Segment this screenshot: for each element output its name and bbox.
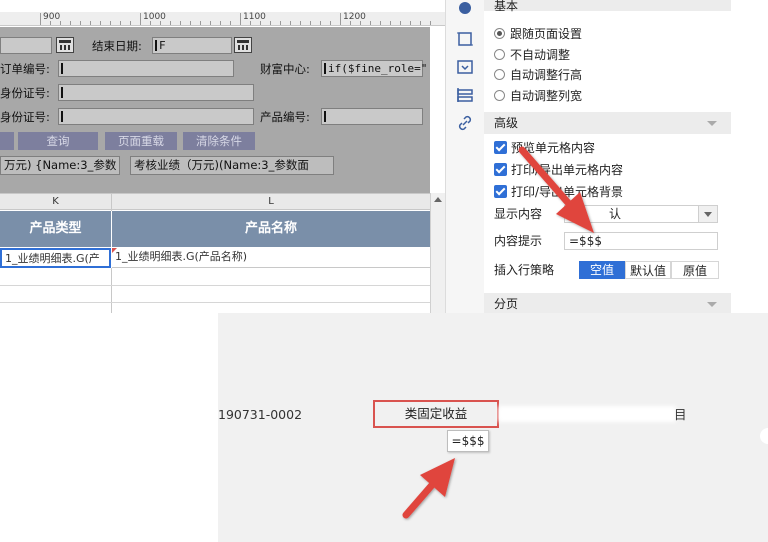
annotation-arrows [402,146,594,519]
arrow-to-tooltip-icon [402,458,455,519]
arrow-to-content-hint-icon [518,146,594,233]
